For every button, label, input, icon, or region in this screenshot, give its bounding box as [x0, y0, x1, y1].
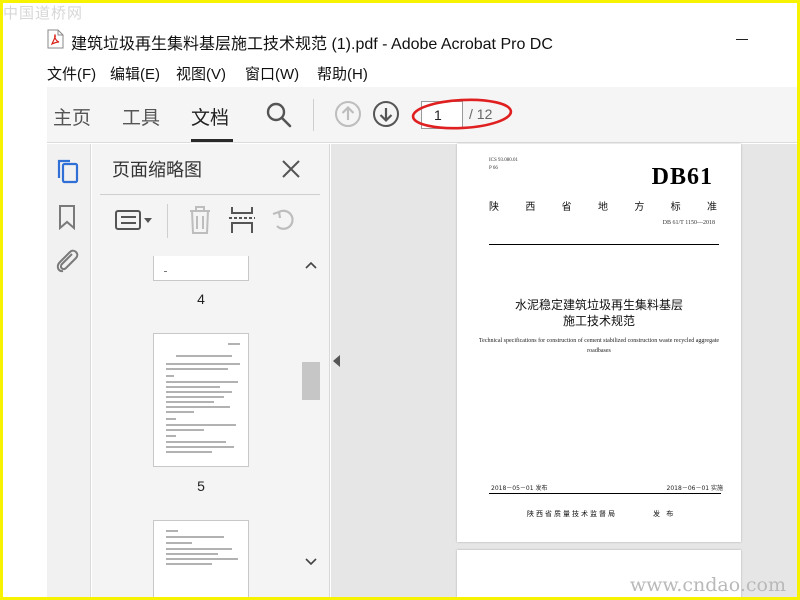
- tools-separator: [167, 204, 168, 238]
- thumbnail-page-5-content: [166, 343, 240, 453]
- province-char: 陕: [489, 202, 499, 213]
- province-char: 省: [561, 202, 572, 213]
- document-viewer[interactable]: ICS 93.080.01 P 66 DB61 陕 西 省 地 方 标 准 DB…: [331, 144, 797, 597]
- menu-edit[interactable]: 编辑(E): [110, 63, 160, 84]
- ccs-number: P 66: [489, 166, 498, 171]
- standard-number: DB 61/T 1150—2018: [662, 220, 715, 226]
- title-cn-line: 施工技术规范: [562, 314, 635, 328]
- issuer: 陕西省质量技术监督局: [527, 510, 617, 518]
- thumbnail-page-6[interactable]: [153, 520, 249, 597]
- main-toolbar: 主页 工具 文档 1 / 12: [47, 87, 797, 143]
- watermark-bottom-right: www.cndao.com: [629, 574, 786, 596]
- menu-window[interactable]: 窗口(W): [245, 63, 299, 84]
- menu-view[interactable]: 视图(V): [176, 63, 226, 84]
- navigation-rail: [47, 144, 91, 597]
- standard-code: DB61: [651, 164, 713, 190]
- thumbnail-page-6-content: [166, 530, 238, 565]
- attachment-icon[interactable]: [54, 246, 80, 274]
- thumbnail-page-4[interactable]: [153, 256, 249, 281]
- red-circle-annotation: [411, 98, 513, 130]
- thumbnail-page-number: 5: [197, 478, 205, 494]
- panel-title: 页面缩略图: [112, 160, 202, 181]
- document-title-cn: 水泥稳定建筑垃圾再生集料基层 施工技术规范: [457, 297, 741, 329]
- thumbnail-page-5[interactable]: [153, 333, 249, 467]
- bookmark-icon[interactable]: [56, 204, 78, 230]
- province-char: 方: [634, 202, 645, 213]
- window-title: 建筑垃圾再生集料基层施工技术规范 (1).pdf - Adobe Acrobat…: [71, 36, 553, 53]
- tab-tools[interactable]: 工具: [122, 103, 160, 130]
- ics-number: ICS 93.080.01: [489, 158, 519, 163]
- menu-file[interactable]: 文件(F): [47, 63, 96, 84]
- tab-home[interactable]: 主页: [53, 103, 91, 130]
- province-char: 地: [597, 202, 608, 213]
- minimize-button[interactable]: [736, 39, 748, 40]
- title-cn-line: 水泥稳定建筑垃圾再生集料基层: [514, 298, 683, 312]
- active-tab-indicator: [191, 139, 233, 142]
- next-page-icon[interactable]: [372, 100, 400, 128]
- province-char: 标: [670, 202, 681, 213]
- issuer-action: 发 布: [653, 510, 676, 518]
- ics-code: ICS 93.080.01 P 66: [489, 157, 518, 173]
- rotate-icon[interactable]: [270, 206, 298, 234]
- document-title-en: Technical specifications for constructio…: [478, 338, 720, 354]
- toolbar-separator: [313, 99, 314, 131]
- thumbnail-page-number: 4: [197, 291, 205, 307]
- thumbnail-scrollbar-thumb[interactable]: [302, 362, 320, 400]
- scroll-down-icon[interactable]: [305, 557, 317, 567]
- footer-rule: [489, 493, 721, 494]
- province-heading: 陕 西 省 地 方 标 准: [489, 198, 717, 213]
- thumbnail-toolbar: [92, 196, 330, 248]
- page-thumbnails-icon[interactable]: [55, 158, 81, 186]
- search-icon[interactable]: [265, 101, 293, 129]
- extract-icon[interactable]: [228, 205, 256, 235]
- issue-date: 2018－05－01 发布: [491, 485, 548, 492]
- app-window: 建筑垃圾再生集料基层施工技术规范 (1).pdf - Adobe Acrobat…: [3, 3, 797, 597]
- tab-document[interactable]: 文档: [191, 103, 229, 130]
- pdf-file-icon: [47, 29, 64, 49]
- panel-divider: [100, 194, 320, 195]
- page-thumbnails-panel: 页面缩略图 4 5: [92, 144, 330, 597]
- menu-bar: 文件(F) 编辑(E) 视图(V) 窗口(W) 帮助(H): [3, 61, 797, 83]
- pdf-page-1: ICS 93.080.01 P 66 DB61 陕 西 省 地 方 标 准 DB…: [457, 144, 741, 542]
- close-icon[interactable]: [280, 158, 302, 180]
- prev-page-icon[interactable]: [334, 100, 362, 128]
- collapse-panel-icon[interactable]: [333, 355, 340, 367]
- menu-help[interactable]: 帮助(H): [317, 63, 368, 84]
- scroll-up-icon[interactable]: [305, 260, 317, 270]
- options-menu-icon[interactable]: [114, 208, 154, 234]
- province-char: 准: [706, 202, 717, 213]
- header-rule: [489, 244, 719, 245]
- province-char: 西: [525, 202, 536, 213]
- implement-date: 2018－06－01 实施: [666, 485, 723, 492]
- delete-icon[interactable]: [187, 205, 213, 235]
- watermark-top-left: 中国道桥网: [3, 4, 84, 22]
